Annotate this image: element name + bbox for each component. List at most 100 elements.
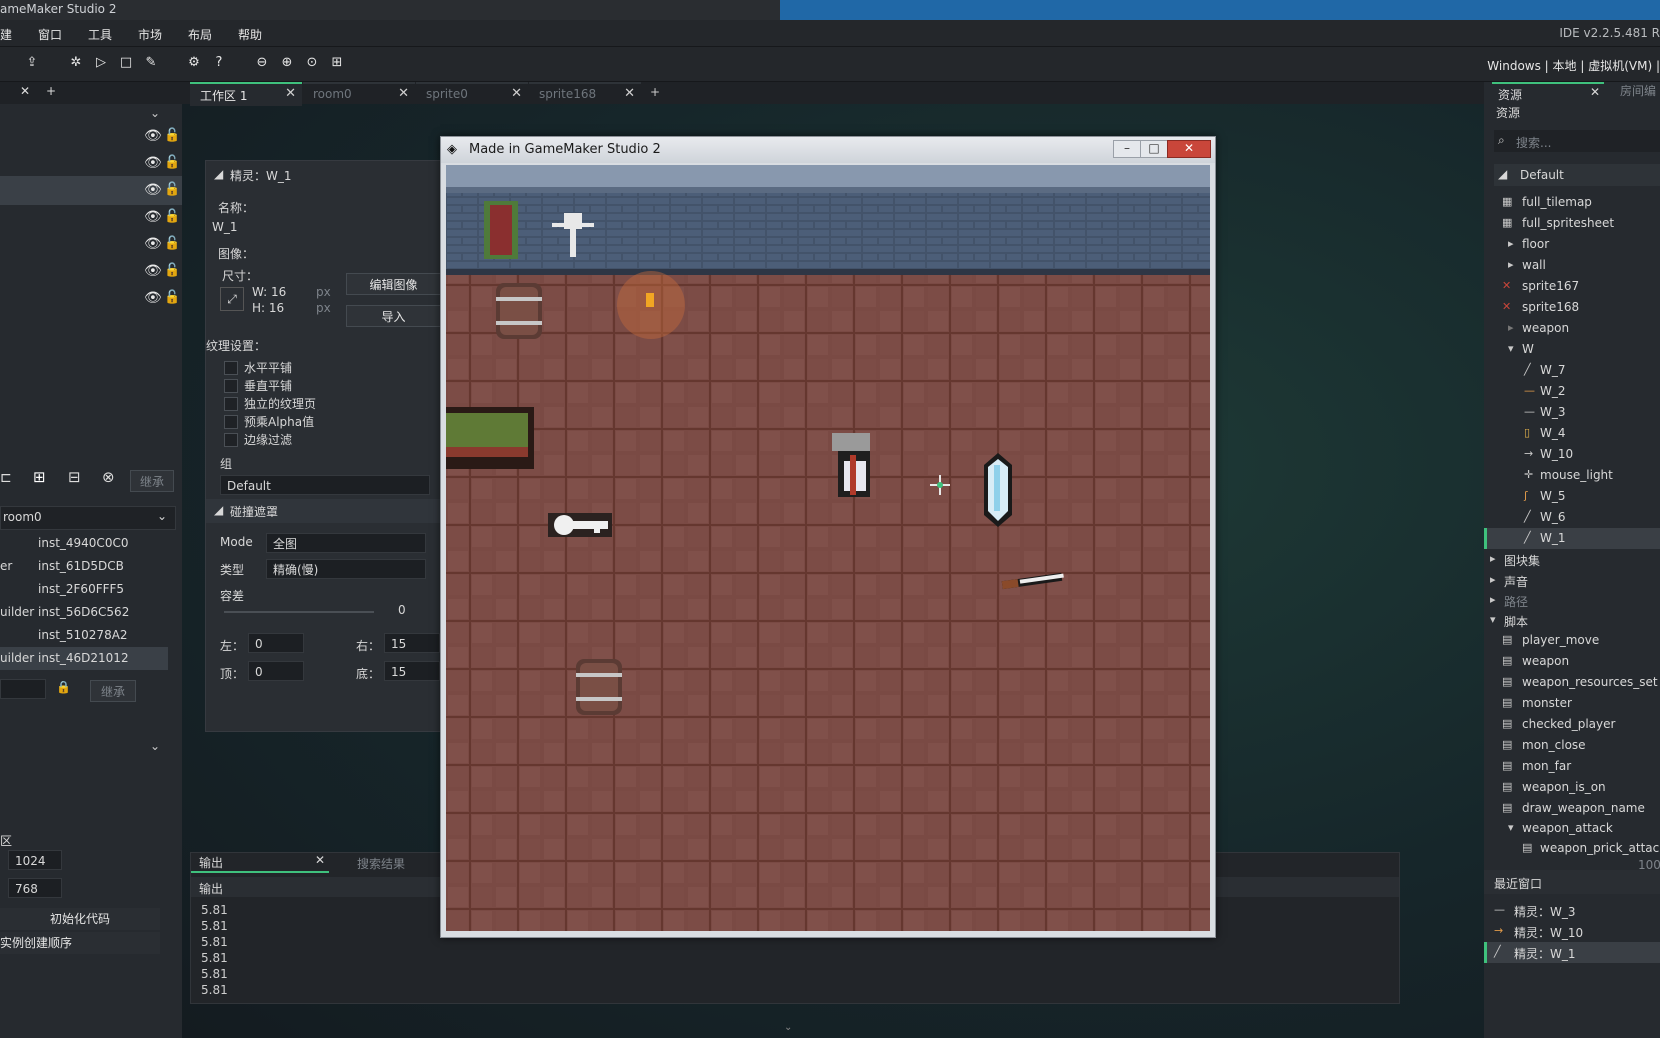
script-item[interactable]: ▤ checked_player [1484, 714, 1660, 735]
layer-row[interactable]: 👁 🔓 [0, 203, 182, 232]
lock-icon[interactable]: 🔓 [164, 155, 180, 170]
sprite-name-field[interactable]: W_1 [206, 217, 441, 237]
help-icon[interactable]: ? [209, 53, 229, 73]
zoom-reset-icon[interactable]: ⊙ [302, 53, 322, 73]
creation-order-button[interactable]: 实例创建顺序 [0, 932, 160, 954]
room-select[interactable]: room0 ⌄ [0, 506, 176, 530]
chevron-down-icon[interactable]: ▾ [1508, 821, 1514, 834]
tab-room-editor[interactable]: 房间编 [1620, 82, 1656, 99]
eye-icon[interactable]: 👁 [144, 209, 162, 225]
layer-row[interactable]: 👁 🔓 [0, 284, 182, 313]
inherit-button[interactable]: 继承 [130, 470, 174, 492]
instance-field[interactable] [0, 679, 46, 699]
default-group[interactable]: ◢ Default [1494, 164, 1660, 186]
menu-layout[interactable]: 布局 [188, 26, 212, 43]
chevron-right-icon[interactable]: ▸ [1508, 321, 1514, 334]
resize-icon[interactable]: ⤢ [220, 287, 244, 311]
collapse-icon[interactable]: ◢ [214, 167, 223, 181]
checkbox[interactable] [224, 361, 238, 375]
eye-icon[interactable]: 👁 [144, 290, 162, 306]
eye-icon[interactable]: 👁 [144, 263, 162, 279]
checkbox[interactable] [224, 415, 238, 429]
group-tilesets[interactable]: ▸ 图块集 [1484, 549, 1660, 570]
settings-icon[interactable]: ⚙ [184, 53, 204, 73]
add-tab-icon[interactable]: + [650, 85, 660, 99]
layer-row[interactable]: 👁 🔓 [0, 122, 182, 151]
close-icon[interactable]: ✕ [20, 84, 30, 98]
room-width-field[interactable]: 1024 [8, 850, 62, 870]
chevron-right-icon[interactable]: ▸ [1508, 237, 1514, 250]
layer-row[interactable]: 👁 🔓 [0, 230, 182, 259]
minimize-icon[interactable]: – [1113, 140, 1141, 158]
chevron-right-icon[interactable]: ▸ [1490, 573, 1496, 586]
resource-item[interactable]: — W_3 [1484, 402, 1660, 423]
add-tab-icon[interactable]: + [46, 84, 56, 98]
zoom-out-icon[interactable]: ⊖ [252, 53, 272, 73]
delete-icon[interactable]: ⊗ [102, 468, 115, 486]
layer-icon[interactable]: ⊏ [0, 470, 12, 486]
chevron-right-icon[interactable]: ▸ [1508, 258, 1514, 271]
close-icon[interactable]: ✕ [1590, 85, 1600, 99]
script-item[interactable]: ▤ player_move [1484, 630, 1660, 651]
resource-item[interactable]: ▾ W [1484, 339, 1660, 360]
recent-item[interactable]: — 精灵：W_3 [1484, 900, 1660, 921]
instance-row[interactable]: uilder inst_56D6C562 [0, 601, 168, 624]
menu-window[interactable]: 窗口 [38, 26, 62, 43]
script-item[interactable]: ▤ monster [1484, 693, 1660, 714]
resource-item[interactable]: ▸ wall [1484, 255, 1660, 276]
script-item[interactable]: ▤ weapon_is_on [1484, 777, 1660, 798]
recent-item[interactable]: → 精灵：W_10 [1484, 921, 1660, 942]
collapse-icon[interactable]: ◢ [1498, 167, 1507, 181]
tab-room0[interactable]: room0 ✕ [303, 82, 415, 106]
resource-search[interactable]: ⌕ 搜索... [1494, 130, 1660, 152]
tab-resources[interactable]: 资源 ✕ [1492, 82, 1604, 104]
resource-item[interactable]: ▯ W_4 [1484, 423, 1660, 444]
resource-item[interactable]: ✕ sprite168 [1484, 297, 1660, 318]
chevron-right-icon[interactable]: ▸ [1490, 593, 1496, 606]
resource-item[interactable]: ʃ W_5 [1484, 486, 1660, 507]
package-icon[interactable]: ⇪ [22, 53, 42, 73]
resource-item[interactable]: ✛ mouse_light [1484, 465, 1660, 486]
checkbox[interactable] [224, 397, 238, 411]
lock-icon[interactable]: 🔓 [164, 128, 180, 143]
resource-item[interactable]: → W_10 [1484, 444, 1660, 465]
top-field[interactable]: 0 [248, 661, 304, 681]
search-input[interactable]: 搜索... [1516, 134, 1551, 151]
instance-row[interactable]: inst_2F60FFF5 [0, 578, 168, 601]
bottom-field[interactable]: 15 [384, 661, 440, 681]
init-code-button[interactable]: 初始化代码 [0, 908, 160, 930]
target-info[interactable]: Windows | 本地 | 虚拟机(VM) | [1487, 57, 1660, 74]
tab-sprite0[interactable]: sprite0 ✕ [416, 82, 528, 106]
type-select[interactable]: 精确(慢) [266, 559, 426, 579]
search-results-tab[interactable]: 搜索结果 [357, 855, 405, 872]
lock-icon[interactable]: 🔓 [164, 263, 180, 278]
script-item[interactable]: ▤ mon_far [1484, 756, 1660, 777]
script-item[interactable]: ▤ weapon_resources_set [1484, 672, 1660, 693]
close-icon[interactable]: ✕ [624, 86, 635, 101]
game-window[interactable]: ◈ Made in GameMaker Studio 2 – □ ✕ [440, 136, 1216, 938]
resource-item[interactable]: ▸ floor [1484, 234, 1660, 255]
checkbox[interactable] [224, 433, 238, 447]
script-item[interactable]: ▤ draw_weapon_name [1484, 798, 1660, 819]
resource-item[interactable]: — W_2 [1484, 381, 1660, 402]
chevron-down-icon[interactable]: ⌄ [150, 739, 160, 753]
game-canvas[interactable] [446, 165, 1210, 931]
resource-item[interactable]: ▸ weapon [1484, 318, 1660, 339]
mode-select[interactable]: 全图 [266, 533, 426, 553]
resource-item[interactable]: ╱ W_6 [1484, 507, 1660, 528]
left-field[interactable]: 0 [248, 633, 304, 653]
chevron-down-icon[interactable]: ▾ [1508, 342, 1514, 355]
group-select[interactable]: Default [220, 475, 430, 495]
chevron-down-icon[interactable]: ⌄ [150, 106, 160, 120]
checkbox[interactable] [224, 379, 238, 393]
group-paths[interactable]: ▸ 路径 [1484, 590, 1660, 611]
add-folder-icon[interactable]: ⊟ [68, 468, 81, 486]
right-field[interactable]: 15 [384, 633, 440, 653]
zoom-in-icon[interactable]: ⊕ [277, 53, 297, 73]
eye-icon[interactable]: 👁 [144, 128, 162, 144]
menu-tools[interactable]: 工具 [88, 26, 112, 43]
resource-item[interactable]: ✕ sprite167 [1484, 276, 1660, 297]
group-sounds[interactable]: ▸ 声音 [1484, 570, 1660, 591]
close-icon[interactable]: ✕ [1167, 140, 1211, 158]
script-item[interactable]: ▤ weapon [1484, 651, 1660, 672]
